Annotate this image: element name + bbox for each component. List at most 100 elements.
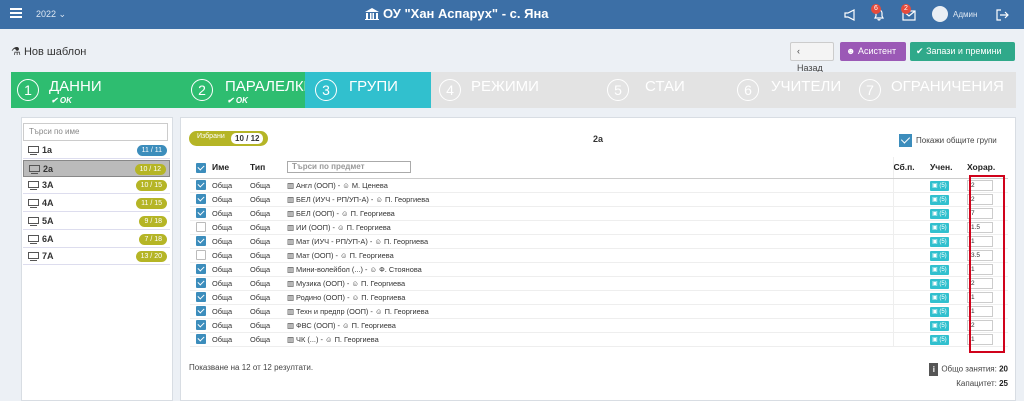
class-item[interactable]: 5А 9 / 18 <box>23 212 170 230</box>
step-label: ПАРАЛЕЛКИ <box>225 78 315 95</box>
row-checkbox[interactable] <box>196 264 206 275</box>
subject-text: Родино (ООП) - <box>296 292 352 302</box>
back-button[interactable]: ‹ Назад <box>790 42 834 73</box>
row-students: ▣ (5) <box>930 332 967 347</box>
row-subject: ▥ ИИ (ООП) - ☺ П. Георгиева <box>287 220 893 235</box>
user-icon: ▣ <box>932 294 938 301</box>
menu-icon[interactable] <box>10 8 22 18</box>
year-selector[interactable]: 2022 ⌄ <box>36 9 66 20</box>
row-checkbox[interactable] <box>196 320 206 331</box>
step-constraints[interactable]: 7 ОГРАНИЧЕНИЯ <box>849 72 1016 108</box>
row-checkbox[interactable] <box>196 208 206 219</box>
total-label: Общо занятия: <box>941 364 997 374</box>
row-checkbox[interactable] <box>196 292 206 303</box>
header-type: Тип <box>250 157 287 179</box>
students-button[interactable]: ▣ (5) <box>930 180 949 191</box>
avatar[interactable] <box>932 6 948 22</box>
row-checkbox[interactable] <box>196 278 206 289</box>
select-all-header[interactable] <box>190 157 212 179</box>
students-button[interactable]: ▣ (5) <box>930 194 949 205</box>
class-item[interactable]: 6А 7 / 18 <box>23 230 170 248</box>
students-button[interactable]: ▣ (5) <box>930 320 949 331</box>
students-button[interactable]: ▣ (5) <box>930 306 949 317</box>
row-subject: ▥ БЕЛ (ООП) - ☺ П. Георгиева <box>287 206 893 221</box>
step-modes[interactable]: 4 РЕЖИМИ <box>431 72 601 108</box>
school-title-text: ОУ "Хан Аспарух" - с. Яна <box>383 6 549 21</box>
book-icon: ▥ <box>287 194 294 204</box>
row-subject: ▥ Музика (ООП) - ☺ П. Георгиева <box>287 276 893 291</box>
book-icon: ▥ <box>287 250 294 260</box>
row-checkbox[interactable] <box>196 194 206 205</box>
user-icon: ▣ <box>932 252 938 259</box>
teacher-name: П. Георгиева <box>350 208 395 218</box>
class-item[interactable]: 2а 10 / 12 <box>23 159 170 177</box>
students-button[interactable]: ▣ (5) <box>930 236 949 247</box>
students-button[interactable]: ▣ (5) <box>930 208 949 219</box>
subject-search-input[interactable]: Търси по предмет <box>287 161 411 174</box>
user-name[interactable]: Админ <box>953 10 977 19</box>
row-checkbox[interactable] <box>196 236 206 247</box>
bell-badge: 6 <box>871 4 881 14</box>
teacher-icon: ☺ <box>337 222 345 232</box>
robot-icon: ☻ <box>846 46 856 56</box>
teacher-name: Ф. Стоянова <box>379 264 422 274</box>
class-item[interactable]: 4А 11 / 15 <box>23 195 170 213</box>
row-name: Обща <box>212 332 250 347</box>
user-icon: ▣ <box>932 336 938 343</box>
save-continue-button[interactable]: ✔ Запази и премини <box>910 42 1015 61</box>
row-checkbox[interactable] <box>196 250 206 261</box>
students-button[interactable]: ▣ (5) <box>930 250 949 261</box>
class-search-input[interactable]: Търси по име <box>23 123 168 141</box>
students-count: (5) <box>939 182 947 189</box>
class-title: 2а <box>593 134 604 144</box>
teacher-name: М. Ценева <box>351 180 388 190</box>
row-sb <box>892 318 930 333</box>
class-item[interactable]: 3А 10 / 15 <box>23 177 170 195</box>
total-value: 20 <box>999 364 1008 374</box>
teacher-icon: ☺ <box>374 306 383 316</box>
step-data[interactable]: 1 ДАННИ ✔ OK <box>11 72 187 108</box>
teacher-name: П. Георгиева <box>383 236 429 246</box>
subject-text: Мат (ООП) - <box>296 250 340 260</box>
students-button[interactable]: ▣ (5) <box>930 334 949 345</box>
show-common-label[interactable]: Покажи общите групи <box>916 136 997 145</box>
select-all-checkbox[interactable] <box>196 162 206 173</box>
students-button[interactable]: ▣ (5) <box>930 278 949 289</box>
row-name: Обща <box>212 262 250 277</box>
step-rooms[interactable]: 5 СТАИ <box>601 72 731 108</box>
row-checkbox[interactable] <box>196 222 206 233</box>
row-checkbox[interactable] <box>196 180 206 191</box>
class-item[interactable]: 1а 11 / 11 <box>23 142 170 159</box>
students-button[interactable]: ▣ (5) <box>930 292 949 303</box>
assistant-button[interactable]: ☻ Асистент <box>840 42 906 61</box>
teacher-name: П. Георгиева <box>385 194 430 204</box>
students-button[interactable]: ▣ (5) <box>930 264 949 275</box>
students-button[interactable]: ▣ (5) <box>930 222 949 233</box>
show-common-checkbox[interactable] <box>899 134 912 147</box>
book-icon: ▥ <box>287 306 294 316</box>
megaphone-icon[interactable] <box>843 8 857 22</box>
step-label: ОГРАНИЧЕНИЯ <box>891 78 1004 95</box>
info-icon: i <box>929 363 939 376</box>
row-checkbox[interactable] <box>196 334 206 345</box>
row-type: Обща <box>250 276 287 291</box>
class-name: 7А <box>42 251 54 262</box>
step-groups[interactable]: 3 ГРУПИ <box>305 72 431 108</box>
students-count: (5) <box>939 224 947 231</box>
class-count: 7 / 18 <box>139 233 167 245</box>
step-teachers[interactable]: 6 УЧИТЕЛИ <box>731 72 849 108</box>
page-title: ⚗ Нов шаблон <box>11 45 86 58</box>
user-icon: ▣ <box>932 322 938 329</box>
step-classes[interactable]: 2 ПАРАЛЕЛКИ ✔ OK <box>187 72 314 108</box>
students-count: (5) <box>939 266 947 273</box>
step-label: УЧИТЕЛИ <box>771 78 842 95</box>
logout-icon[interactable] <box>995 8 1009 22</box>
row-subject: ▥ Техн и предпр (ООП) - ☺ П. Георгиева <box>287 304 893 319</box>
row-subject: ▥ Мат (ИУЧ - РП/УП-А) - ☺ П. Георгиева <box>287 234 893 249</box>
students-count: (5) <box>939 210 947 217</box>
book-icon: ▥ <box>287 292 294 302</box>
row-name: Обща <box>212 290 250 305</box>
row-checkbox[interactable] <box>196 306 206 317</box>
class-item[interactable]: 7А 13 / 20 <box>23 248 170 266</box>
row-sb <box>892 206 930 221</box>
